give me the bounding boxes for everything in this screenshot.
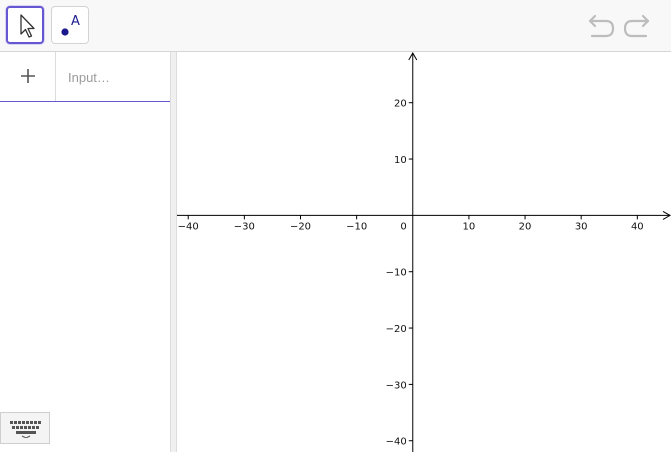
point-icon: A: [61, 14, 80, 36]
x-tick-label: 20: [519, 221, 532, 232]
coordinate-plane: −40 −30 −20 −10 10 20 30 40 20 10 −10 −20 −30 −40 0: [177, 52, 671, 452]
plus-icon: [21, 69, 35, 83]
add-item-button[interactable]: [0, 52, 56, 101]
x-tick-label: −10: [346, 221, 367, 232]
keyboard-toggle-button[interactable]: [0, 412, 50, 444]
move-tool-button[interactable]: [6, 6, 44, 44]
algebra-input-field[interactable]: Input…: [68, 68, 163, 88]
graphics-view[interactable]: −40 −30 −20 −10 10 20 30 40 20 10 −10 −20 −30 −40 0: [177, 52, 671, 452]
x-tick-label: −30: [234, 221, 255, 232]
x-tick-label: 10: [463, 221, 476, 232]
panel-splitter[interactable]: [170, 52, 177, 452]
redo-button[interactable]: [622, 13, 652, 39]
point-tool-glyph: A: [71, 14, 80, 29]
origin-label: 0: [400, 221, 406, 232]
y-tick-label: −10: [386, 268, 407, 279]
algebra-input-row: Input…: [0, 52, 170, 102]
keyboard-icon: [10, 421, 41, 438]
undo-icon: [588, 14, 615, 38]
redo-icon: [623, 14, 650, 38]
y-tick-label: −40: [386, 437, 407, 448]
y-tick-label: 10: [394, 155, 407, 166]
toolbar: A: [0, 0, 671, 52]
point-tool-button[interactable]: A: [51, 6, 89, 44]
algebra-view: Input…: [0, 52, 170, 452]
x-tick-label: 30: [575, 221, 588, 232]
arrow-cursor-icon: [20, 14, 35, 38]
y-tick-label: −20: [386, 324, 407, 335]
x-tick-label: 40: [631, 221, 644, 232]
y-tick-label: −30: [386, 380, 407, 391]
x-tick-label: −40: [178, 221, 199, 232]
x-tick-label: −20: [290, 221, 311, 232]
y-tick-label: 20: [394, 99, 407, 110]
undo-button[interactable]: [586, 13, 616, 39]
geogebra-app: A Input… −40 −30 −20 −10 10 20 30 40 20 …: [0, 0, 671, 452]
